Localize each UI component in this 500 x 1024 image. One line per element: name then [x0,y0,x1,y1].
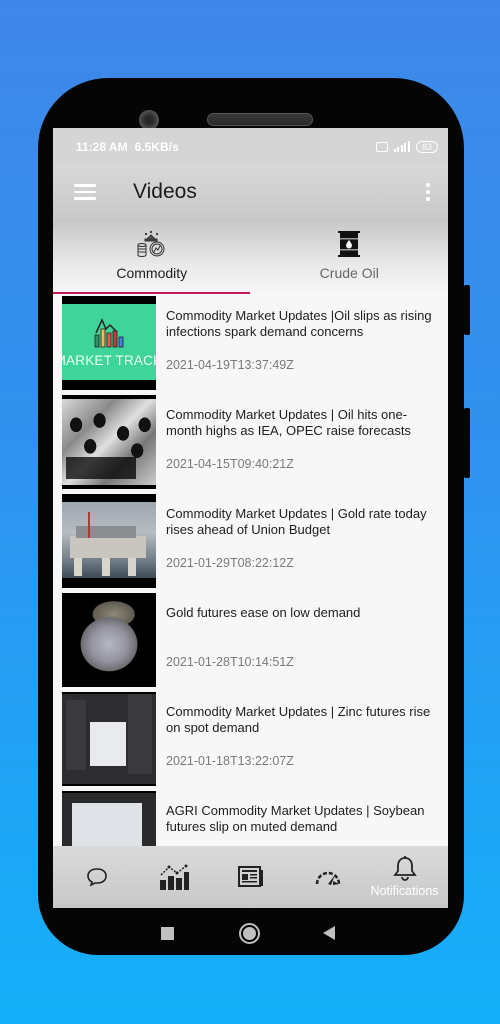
signal-icon [393,141,410,152]
page-title: Videos [133,180,197,203]
battery-indicator: 83 [415,140,438,153]
video-title: Commodity Market Updates |Oil slips as r… [166,308,432,339]
thumbnail-caption: MARKET TRACKER [62,352,156,368]
video-date: 2021-01-29T08:22:12Z [166,556,294,570]
bottom-nav: Notifications [53,846,448,908]
video-thumbnail: MARKET TRACKER [62,296,156,390]
nav-markets[interactable] [139,863,209,891]
video-title: Gold futures ease on low demand [166,605,361,620]
video-title: AGRI Commodity Market Updates | Soybean … [166,803,425,834]
hamburger-icon[interactable] [74,184,96,200]
video-list-item[interactable]: Commodity Market Updates | Zinc futures … [62,690,448,789]
video-list-item[interactable]: MARKET TRACKER Commodity Market Updates … [62,294,448,393]
front-camera [139,110,159,130]
commodity-icon [137,229,167,259]
earpiece-speaker [207,113,313,126]
phone-frame: 11:28 AM 6.5KB/s 83 Videos Commodity Cru… [38,78,464,955]
video-date: 2021-04-19T13:37:49Z [166,358,294,372]
nav-news[interactable] [216,866,286,888]
video-list-item[interactable]: Gold futures ease on low demand 2021-01-… [62,591,448,690]
video-date: 2021-01-18T13:22:07Z [166,754,294,768]
bell-icon [392,856,417,881]
nav-chat[interactable] [62,867,132,887]
tab-crude-oil[interactable]: Crude Oil [251,219,449,294]
tab-label: Commodity [116,265,188,281]
video-thumbnail [62,395,156,489]
tab-indicator [53,292,250,294]
oil-barrel-icon [338,229,361,259]
sim-icon [375,141,388,152]
video-title: Commodity Market Updates | Oil hits one-… [166,407,411,438]
home-button[interactable] [239,923,260,944]
volume-button [464,285,470,335]
nav-notifications[interactable]: Notifications [370,856,440,898]
status-bar: 11:28 AM 6.5KB/s 83 [53,128,448,165]
nav-label: Notifications [370,884,439,898]
nav-speed[interactable] [293,867,363,887]
kebab-icon[interactable] [426,183,430,201]
video-thumbnail [62,692,156,786]
tab-label: Crude Oil [319,265,379,281]
status-network-speed: 6.5KB/s [134,139,179,154]
bar-chart-icon [159,864,189,890]
back-button[interactable] [323,926,335,940]
video-title: Commodity Market Updates | Zinc futures … [166,704,431,735]
video-list-item[interactable]: Commodity Market Updates | Gold rate tod… [62,492,448,591]
chat-bubble-icon [86,868,107,887]
newspaper-icon [237,866,263,887]
tab-commodity[interactable]: Commodity [53,219,251,294]
video-date: 2021-04-15T09:40:21Z [166,457,294,471]
status-time: 11:28 AM [76,139,128,154]
app-bar: Videos [53,165,448,219]
market-chart-icon [94,317,124,347]
power-button [464,408,470,478]
video-thumbnail [62,494,156,588]
recents-button[interactable] [161,927,174,940]
tab-bar: Commodity Crude Oil [53,219,448,294]
speedometer-icon [315,871,340,885]
screen: 11:28 AM 6.5KB/s 83 Videos Commodity Cru… [53,128,448,908]
video-thumbnail [62,593,156,687]
video-date: 2021-01-28T10:14:51Z [166,655,294,669]
video-list-item[interactable]: Commodity Market Updates | Oil hits one-… [62,393,448,492]
video-title: Commodity Market Updates | Gold rate tod… [166,506,427,537]
video-list[interactable]: MARKET TRACKER Commodity Market Updates … [53,294,448,888]
